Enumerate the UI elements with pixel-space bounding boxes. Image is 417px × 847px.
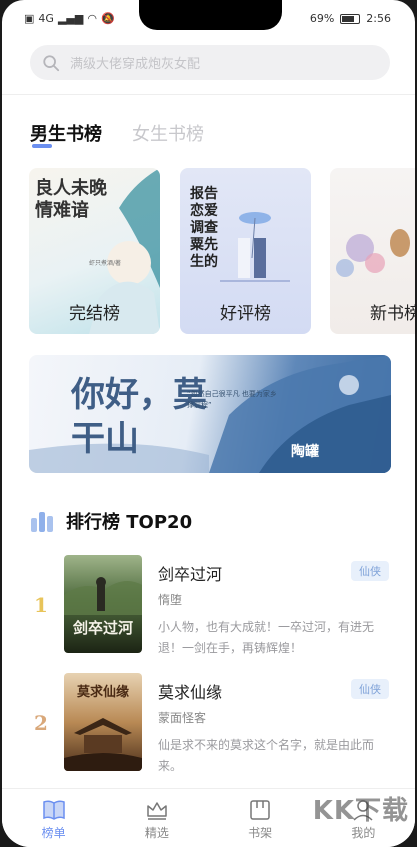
book-item-2[interactable]: 2 莫求仙缘 莫求仙缘 蒙面怪客 仙是求不来的莫求这个名字，就是由此而来。 仙侠 (2, 673, 415, 783)
signal-icon: ▂▄▆ (57, 12, 84, 25)
gender-tabs: 男生书榜 女生书榜 (30, 120, 204, 146)
book-cover-2: 莫求仙缘 (64, 673, 142, 771)
card-label-new: 新书榜 (370, 304, 415, 324)
banner-brand: 陶罐 (291, 444, 319, 460)
card-label-completed: 完结榜 (69, 304, 120, 324)
book-description-2: 仙是求不来的莫求这个名字，就是由此而来。 (158, 738, 375, 773)
card-label-praise: 好评榜 (220, 304, 271, 324)
rank-number-2: 2 (34, 711, 48, 735)
book-description-1: 小人物，也有大成就！一卒过河，有进无退！一剑在手，再铸辉煌！ (158, 620, 375, 655)
book-item-1[interactable]: 1 剑卒过河 剑卒过河 惰堕 小人物，也有大成就！一卒过河，有进无退！一剑在手，… (2, 555, 415, 665)
card-praise-list[interactable]: 报告 恋爱调查 粟先生的 好评榜 (180, 168, 311, 334)
cover-title-1: 剑卒过河 (72, 619, 133, 637)
search-placeholder: 满级大佬穿成炮灰女配 (70, 57, 201, 72)
card-new-list[interactable]: 新书榜 (330, 168, 415, 334)
bookshelf-icon (250, 800, 270, 820)
nav-label-rankings: 榜单 (41, 826, 66, 840)
battery-icon (340, 13, 361, 24)
tab-female-list[interactable]: 女生书榜 (132, 120, 204, 146)
search-icon (43, 54, 60, 71)
promo-banner[interactable]: 你好，莫干山 “忽然自己很平凡 也要为家乡撑前程” 陶罐 (29, 355, 391, 473)
nav-bookshelf[interactable]: 书架 (209, 789, 312, 847)
book-author-2: 蒙面怪客 (158, 711, 207, 725)
battery-percent: 69% (309, 12, 335, 25)
mute-icon: 🔕 (100, 12, 115, 25)
cover-title-2: 莫求仙缘 (76, 685, 129, 700)
banner-headline: 你好，莫干山 (71, 375, 207, 459)
genre-tag-1: 仙侠 (351, 561, 389, 581)
nav-label-bookshelf: 书架 (248, 826, 273, 840)
book-author-1: 惰堕 (158, 593, 183, 607)
search-bar[interactable]: 满级大佬穿成炮灰女配 (30, 45, 390, 80)
sim-icon: ▣ (24, 12, 35, 25)
nav-featured[interactable]: 精选 (105, 789, 208, 847)
cover-art-1 (64, 577, 142, 615)
app-screen: ▣ 4G ▂▄▆ ◠ 🔕 69% 2:56 满级大佬穿成炮灰女配 男生书榜 女生… (2, 0, 415, 847)
cover-title-completed: 良人未晚 情难谙 (35, 178, 107, 221)
crown-icon (147, 802, 167, 820)
clock: 2:56 (366, 12, 391, 25)
camera-notch (139, 0, 282, 30)
banner-quote: “忽然自己很平凡 也要为家乡撑前程” (187, 390, 277, 409)
book-open-icon (42, 800, 65, 820)
nav-label-featured: 精选 (144, 826, 169, 840)
status-left: ▣ 4G ▂▄▆ ◠ 🔕 (24, 12, 115, 25)
book-title-2: 莫求仙缘 (158, 683, 223, 702)
list-cards: 良人未晚 情难谙 虾只煮酒/著 完结榜 报告 恋爱调查 粟先生的 好评榜 新书榜 (29, 168, 415, 338)
network-label: 4G (38, 12, 54, 25)
ranking-title: 排行榜 TOP20 (66, 512, 193, 533)
book-cover-1: 剑卒过河 (64, 555, 142, 653)
watermark: KK下载 (312, 796, 409, 826)
ranking-header: 排行榜 TOP20 (30, 508, 192, 534)
header-divider (2, 94, 415, 95)
genre-tag-2: 仙侠 (351, 679, 389, 699)
book-title-1: 剑卒过河 (158, 565, 223, 584)
nav-rankings[interactable]: 榜单 (2, 789, 105, 847)
wifi-icon: ◠ (87, 12, 97, 25)
tab-male-list[interactable]: 男生书榜 (30, 120, 102, 146)
ranking-icon (31, 512, 53, 532)
rank-number-1: 1 (34, 593, 48, 617)
active-tab-indicator (32, 144, 52, 148)
cover-author-completed: 虾只煮酒/著 (89, 260, 122, 267)
cover-title-praise: 报告 恋爱调查 粟先生的 (190, 186, 218, 270)
status-right: 69% 2:56 (310, 12, 391, 25)
card-completed-list[interactable]: 良人未晚 情难谙 虾只煮酒/著 完结榜 (29, 168, 160, 334)
